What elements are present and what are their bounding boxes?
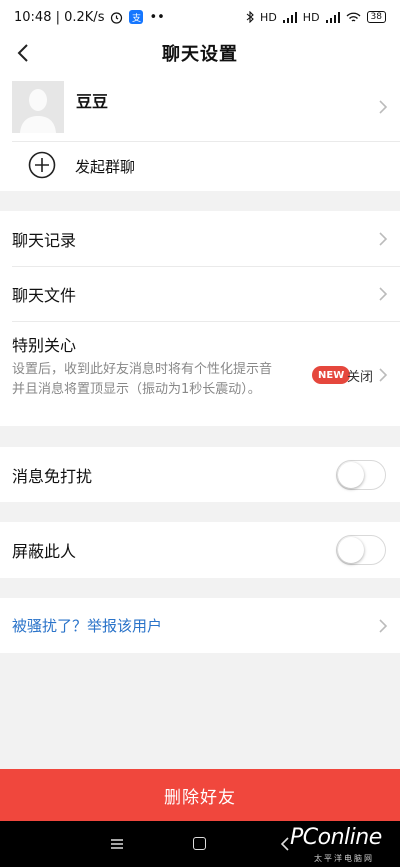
- signal-label-2: HD: [302, 10, 320, 24]
- watermark-brand: PConline: [290, 825, 382, 850]
- special-care-description: 设置后，收到此好友消息时将有个性化提示音并且消息将置顶显示（振动为1秒长震动）。: [12, 362, 273, 397]
- block-label: 屏蔽此人: [12, 542, 77, 561]
- chevron-right-icon: [379, 100, 388, 114]
- alarm-icon: [111, 11, 123, 24]
- profile-row[interactable]: 豆豆: [0, 72, 400, 142]
- divider: [12, 141, 400, 142]
- battery-indicator: 38: [366, 11, 386, 23]
- back-button[interactable]: [8, 38, 38, 68]
- dnd-label: 消息免打扰: [12, 466, 93, 486]
- dnd-toggle[interactable]: [336, 459, 386, 490]
- special-care-state: 关闭: [347, 370, 374, 385]
- block-card: 屏蔽此人: [0, 522, 400, 578]
- toggle-knob: [338, 537, 364, 563]
- plus-circle-icon[interactable]: [28, 151, 56, 179]
- special-care-row[interactable]: 特别关心 设置后，收到此好友消息时将有个性化提示音并且消息将置顶显示（振动为1秒…: [0, 322, 400, 426]
- chat-files-row[interactable]: 聊天文件: [0, 267, 400, 321]
- block-toggle[interactable]: [336, 535, 386, 565]
- profile-name: 豆豆: [76, 92, 109, 111]
- report-card: 被骚扰了？举报该用户: [0, 598, 400, 653]
- chat-files-label: 聊天文件: [12, 286, 77, 305]
- title-bar: 聊天设置: [0, 34, 400, 72]
- chat-history-label: 聊天记录: [12, 231, 77, 250]
- more-dots: ••: [149, 9, 165, 25]
- dnd-row: 消息免打扰: [0, 447, 400, 502]
- delete-friend-button[interactable]: 删除好友: [0, 769, 400, 821]
- chevron-right-icon: [379, 618, 388, 633]
- dnd-card: 消息免打扰: [0, 447, 400, 502]
- start-group-chat-button[interactable]: 发起群聊: [75, 156, 135, 177]
- chevron-right-icon: [379, 287, 388, 301]
- chevron-right-icon: [379, 232, 388, 246]
- chat-history-row[interactable]: 聊天记录: [0, 211, 400, 267]
- chevron-right-icon: [379, 368, 388, 382]
- status-right: HD HD 38: [246, 11, 386, 24]
- status-bar: 10:48 | 0.2K/s 支 •• HD HD 38: [0, 0, 400, 34]
- bluetooth-icon: [246, 11, 254, 23]
- watermark-logo: PConline 太平洋电脑网: [290, 825, 398, 865]
- toggle-knob: [338, 461, 364, 488]
- alipay-icon: 支: [129, 10, 144, 24]
- profile-card: 豆豆: [0, 72, 400, 191]
- signal-icon: [282, 11, 297, 23]
- block-row: 屏蔽此人: [0, 522, 400, 578]
- system-nav-bar: PConline 太平洋电脑网: [0, 821, 400, 867]
- report-row[interactable]: 被骚扰了？举报该用户: [0, 598, 400, 653]
- status-time: 10:48 | 0.2K/s: [14, 9, 105, 25]
- menu-icon[interactable]: [111, 838, 123, 850]
- status-left: 10:48 | 0.2K/s 支 ••: [14, 10, 165, 25]
- avatar[interactable]: [12, 81, 64, 133]
- back-nav-icon[interactable]: [280, 836, 290, 852]
- wifi-icon: [346, 12, 361, 22]
- signal-label-1: HD: [260, 10, 277, 24]
- chevron-left-icon: [17, 44, 28, 62]
- signal-icon: [325, 11, 340, 23]
- chat-options-card: 聊天记录 聊天文件 特别关心 设置后，收到此好友消息时将有个性化提示音并且消息将…: [0, 211, 400, 426]
- home-icon[interactable]: [193, 837, 206, 850]
- watermark-tagline: 太平洋电脑网: [314, 854, 374, 863]
- default-avatar-icon: [12, 81, 64, 133]
- report-user-link[interactable]: 被骚扰了？举报该用户: [12, 615, 162, 636]
- new-badge: NEW: [312, 366, 351, 384]
- page-title: 聊天设置: [162, 44, 238, 65]
- special-care-title: 特别关心: [12, 336, 77, 355]
